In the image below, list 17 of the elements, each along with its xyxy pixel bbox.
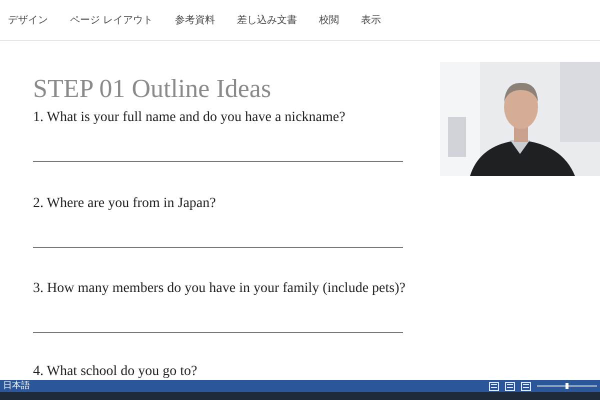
ribbon-tab[interactable]: 校閲 [319,13,340,27]
zoom-slider[interactable] [537,383,597,389]
language-indicator[interactable]: 日本語 [3,380,30,392]
ribbon-tab[interactable]: 差し込み文書 [237,13,298,27]
question-text: 1. What is your full name and do you have a nickname? [33,110,346,126]
ribbon-tab[interactable]: ページ レイアウト [70,13,154,27]
print-layout-icon[interactable] [505,382,515,390]
ribbon-tab[interactable]: デザイン [8,13,48,27]
ribbon-tab[interactable]: 参考資料 [175,13,216,27]
document-title: STEP 01 Outline Ideas [33,74,272,105]
ribbon-tab[interactable]: 表示 [361,13,382,27]
read-mode-icon[interactable] [489,382,499,390]
web-layout-icon[interactable] [521,382,531,390]
question-text: 4. What school do you go to? [33,364,198,380]
question-text: 2. Where are you from in Japan? [33,196,217,212]
question-text: 3. How many members do you have in your family (include pets)? [33,281,406,298]
answer-line[interactable] [33,246,403,248]
